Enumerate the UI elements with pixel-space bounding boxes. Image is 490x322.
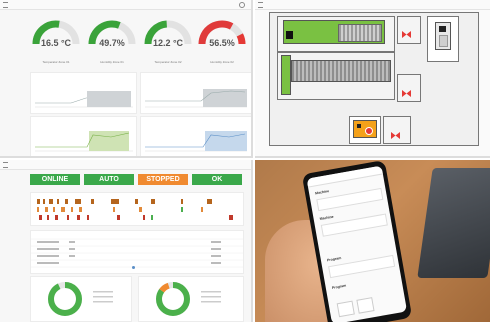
gauge-2-value: 49.7%	[99, 38, 125, 48]
status-tile-3[interactable]: STOPPED	[138, 174, 188, 185]
gauge-3: 12.2 °C Temperatur Zone 02	[142, 12, 194, 68]
donut-chart-2	[156, 282, 221, 316]
gauge-2: 49.7% Humidity Zone 01	[86, 12, 138, 68]
gauge-4-arc	[198, 20, 246, 45]
chart-temperature-2-plot	[35, 131, 133, 152]
phone-item-3[interactable]: Program	[327, 256, 342, 262]
machine-a[interactable]	[283, 20, 385, 44]
donut-card-2	[138, 276, 244, 322]
gauge-1-caption: Temperatur Zone 01	[42, 60, 70, 64]
donut-chart-1	[48, 282, 113, 316]
status-top-bar	[0, 160, 251, 170]
donut-1-legend-line	[93, 291, 113, 293]
dashboard-settings-icon[interactable]	[239, 2, 245, 8]
donut-2-legend-line	[201, 291, 221, 293]
timeline-chart	[30, 192, 244, 226]
alert-icon-2[interactable]	[402, 84, 411, 97]
alert-icon-1[interactable]	[402, 25, 411, 38]
dashboard-menu-icon[interactable]	[3, 2, 8, 8]
gauge-4-value: 56.5%	[209, 38, 235, 48]
phone-photo-panel: Machine Machine Program Program	[255, 160, 490, 322]
gauge-2-arc	[88, 20, 136, 45]
donut-2-legend-line	[201, 301, 221, 303]
machine-d[interactable]	[291, 60, 391, 82]
machine-f-alarm	[365, 127, 373, 135]
donut-1-legend-line	[93, 296, 113, 298]
chart-humidity-1-plot	[145, 89, 247, 108]
machine-d-green[interactable]	[281, 55, 291, 95]
gauge-1-arc	[32, 20, 80, 45]
status-tile-2[interactable]: AUTO	[84, 174, 134, 185]
chart-humidity-2	[140, 116, 251, 156]
gauge-dashboard-panel: 16.5 °C Temperatur Zone 01 49.7% Humidity Z…	[0, 0, 253, 158]
gauge-4: 56.5% Humidity Zone 02	[196, 12, 248, 68]
gauge-2-caption: Humidity Zone 01	[100, 60, 124, 64]
donut-card-1	[30, 276, 132, 322]
machine-a-body	[338, 24, 382, 42]
dashboard-top-bar	[0, 0, 251, 10]
phone-item-4[interactable]: Program	[332, 284, 347, 290]
chart-temperature-1	[30, 72, 137, 114]
donut-1-fill	[48, 282, 82, 316]
status-tile-4[interactable]: OK	[192, 174, 242, 185]
machine-c[interactable]	[435, 22, 451, 50]
phone-stop-button[interactable]	[356, 297, 375, 314]
floorplan-top-bar	[255, 0, 490, 10]
phone-header	[306, 165, 383, 188]
floorplan-panel	[255, 0, 490, 158]
alert-icon-3[interactable]	[391, 126, 400, 139]
machine-f[interactable]	[353, 120, 377, 138]
machine-a-status-square	[286, 31, 293, 39]
phone-play-button[interactable]	[336, 300, 355, 318]
timeline-chart-bars	[37, 199, 233, 220]
status-dashboard-panel: ONLINE AUTO STOPPED OK	[0, 160, 253, 322]
laptop-silhouette	[417, 168, 490, 278]
gauge-1: 16.5 °C Temperatur Zone 01	[30, 12, 82, 68]
status-menu-icon[interactable]	[3, 162, 8, 168]
chart-temperature-1-plot	[35, 91, 133, 108]
chart-humidity-2-plot	[145, 131, 247, 152]
floorplan-menu-icon[interactable]	[258, 2, 263, 8]
phone-item-1[interactable]: Machine	[315, 189, 329, 195]
data-table	[30, 230, 244, 274]
data-table-grid	[31, 238, 243, 268]
gauge-1-value: 16.5 °C	[40, 38, 72, 48]
donut-1-legend-line	[93, 301, 113, 303]
machine-c-panel	[439, 35, 448, 47]
status-tile-1[interactable]: ONLINE	[30, 174, 80, 185]
machine-c-screen	[439, 26, 446, 32]
chart-humidity-1	[140, 72, 251, 114]
phone-item-2[interactable]: Machine	[319, 215, 333, 221]
pagination-dot[interactable]	[132, 266, 135, 269]
machine-f-screen	[357, 124, 361, 128]
gauge-3-arc	[144, 20, 192, 45]
chart-temperature-2	[30, 116, 137, 156]
donut-2-legend-line	[201, 296, 221, 298]
gauge-3-value: 12.2 °C	[152, 38, 184, 48]
gauge-3-caption: Temperatur Zone 02	[154, 60, 182, 64]
gauge-4-caption: Humidity Zone 02	[210, 60, 234, 64]
